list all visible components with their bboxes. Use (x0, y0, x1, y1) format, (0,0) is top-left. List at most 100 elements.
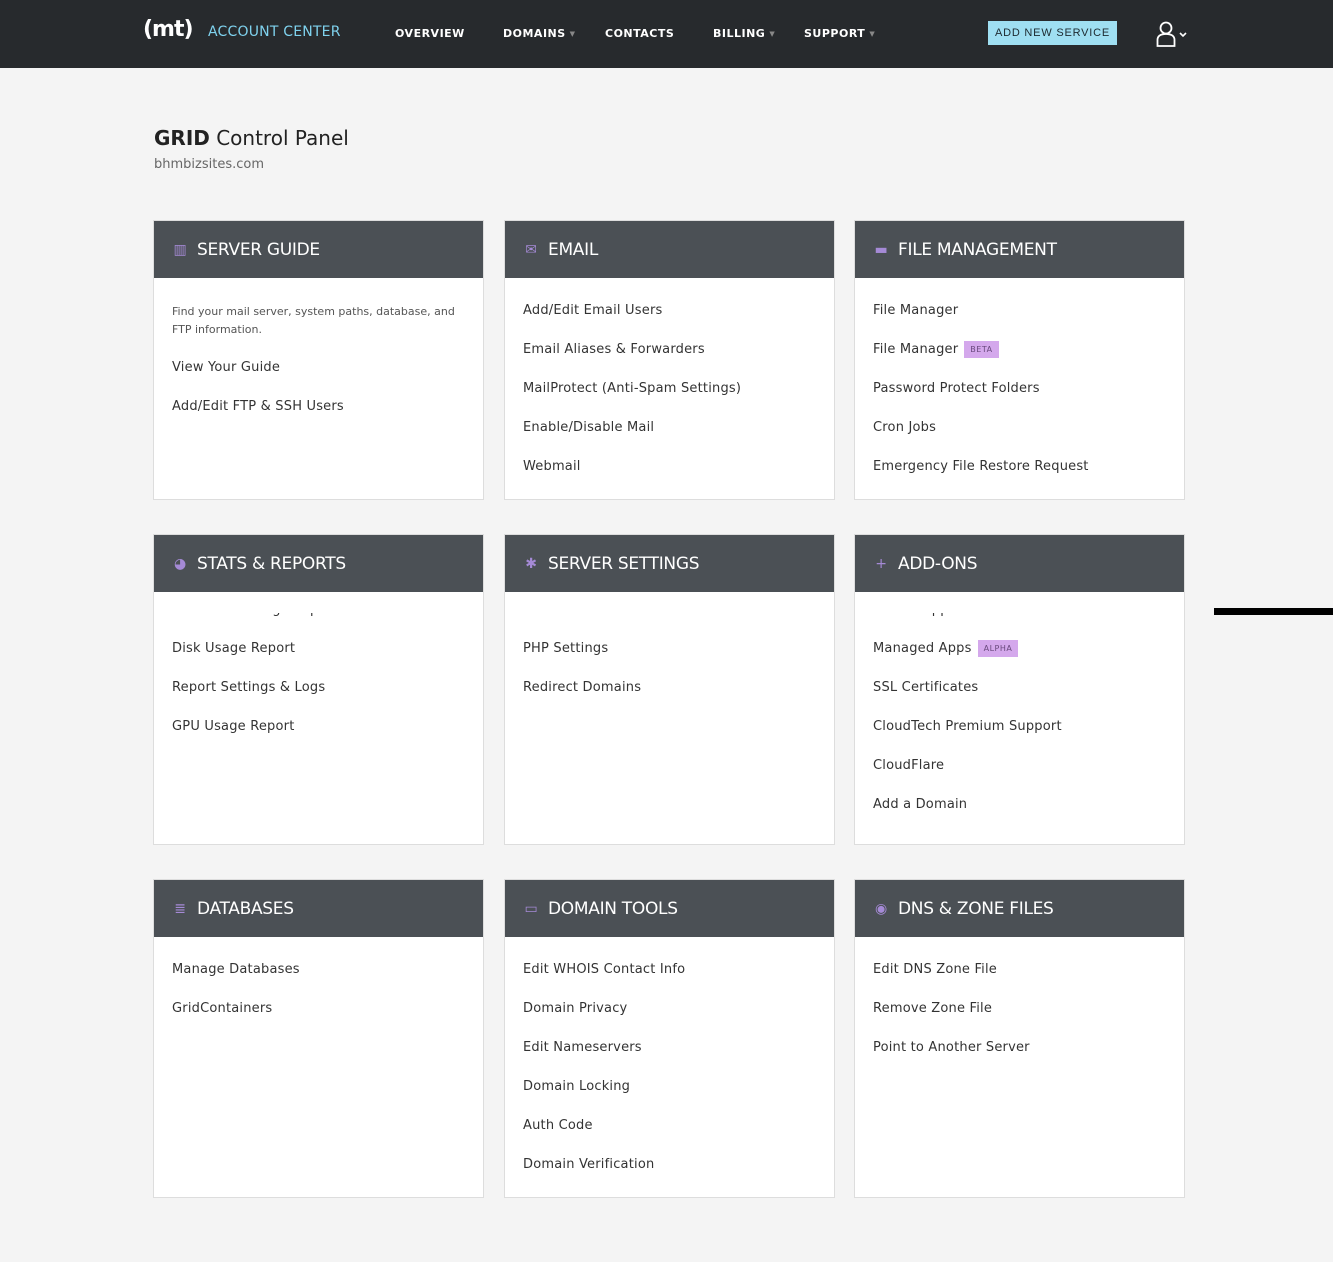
panel-header: ≣ DATABASES (154, 880, 483, 937)
panel-link[interactable]: View Your Guide (172, 355, 465, 394)
link-label: Manage Databases (172, 962, 300, 977)
panel-header: ✉ EMAIL (505, 221, 834, 278)
panel-title: FILE MANAGEMENT (898, 239, 1057, 260)
nav-billing[interactable]: BILLING ▼ (713, 27, 775, 40)
nav-label: DOMAINS (503, 27, 566, 40)
panel-link[interactable]: Managed Apps ALPHA (873, 636, 1166, 675)
nav-support[interactable]: SUPPORT ▼ (804, 27, 875, 40)
nav-contacts[interactable]: CONTACTS (605, 27, 674, 40)
panel-link[interactable]: Edit DNS Zone File (873, 957, 1166, 996)
badge: ALPHA (977, 640, 1019, 657)
panel-description: Find your mail server, system paths, dat… (172, 305, 455, 336)
panel-header: ◕ STATS & REPORTS (154, 535, 483, 592)
panel-link[interactable]: GPU Usage Report (172, 714, 465, 753)
panel-link[interactable]: 1-Click Apps (873, 613, 1166, 636)
panel-link[interactable]: File Manager (873, 298, 1166, 337)
compass-icon: ◉ (875, 900, 887, 917)
nav-overview[interactable]: OVERVIEW (395, 27, 465, 40)
link-label: SSL Certificates (873, 680, 979, 695)
panel-link[interactable]: Auth Code (523, 1113, 816, 1152)
panel-link[interactable]: PHP Settings (523, 636, 816, 675)
panel-link[interactable]: File Manager BETA (873, 337, 1166, 376)
panel-title: DNS & ZONE FILES (898, 898, 1054, 919)
scroll-area[interactable]: 1-Click Apps Managed Apps ALPHA SSL Certifi… (873, 613, 1166, 831)
panel-link[interactable]: Disk Usage Report (172, 636, 465, 675)
scroll-area[interactable]: Bandwidth Usage Report Disk Usage Report R… (172, 613, 465, 753)
folder-icon: ▬ (874, 241, 888, 258)
panel-link[interactable]: Password Protect Folders (873, 376, 1166, 415)
link-label: 1-Click Apps (873, 613, 956, 617)
add-new-service-button[interactable]: ADD NEW SERVICE (988, 21, 1117, 45)
mt-logo[interactable]: (mt) (143, 17, 194, 42)
link-label: Domain Privacy (523, 1001, 628, 1016)
panel-link[interactable]: Redirect Domains (523, 675, 816, 714)
panel-link[interactable]: SSL Certificates (873, 675, 1166, 714)
user-menu[interactable] (1156, 20, 1190, 48)
panel-link[interactable]: Email Aliases & Forwarders (523, 337, 816, 376)
panel-link[interactable]: Bandwidth Usage Report (172, 613, 465, 636)
panel-link[interactable]: Manage Databases (172, 957, 465, 996)
link-label: Bandwidth Usage Report (172, 613, 337, 617)
panel-link[interactable]: Emergency File Restore Request (873, 454, 1166, 493)
link-label: Edit WHOIS Contact Info (523, 962, 686, 977)
database-icon: ≣ (174, 900, 186, 917)
panel-server-settings: ✱ SERVER SETTINGS Server Admin Password & … (504, 534, 835, 845)
panel-title: SERVER GUIDE (197, 239, 320, 260)
panel-link[interactable]: MailProtect (Anti-Spam Settings) (523, 376, 816, 415)
nav-label: BILLING (713, 27, 766, 40)
link-label: Remove Zone File (873, 1001, 993, 1016)
panel-header: ✱ SERVER SETTINGS (505, 535, 834, 592)
link-label: Add/Edit FTP & SSH Users (172, 399, 344, 414)
link-label: Auth Code (523, 1118, 593, 1133)
panel-title: SERVER SETTINGS (548, 553, 700, 574)
panel-link[interactable]: Add a Domain (873, 792, 1166, 831)
window-icon: ▭ (524, 900, 538, 917)
link-label: Domain Locking (523, 1079, 631, 1094)
nav-label: SUPPORT (804, 27, 866, 40)
panel-link[interactable]: Add/Edit Email Users (523, 298, 816, 337)
link-label: CloudTech Premium Support (873, 719, 1062, 734)
panel-header: ▥ SERVER GUIDE (154, 221, 483, 278)
pie-chart-icon: ◕ (174, 555, 186, 572)
panel-link[interactable]: Webmail (523, 454, 816, 493)
panel-link[interactable]: Point to Another Server (873, 1035, 1166, 1074)
caret-down-icon: ▼ (869, 30, 876, 38)
panel-link[interactable]: CloudFlare (873, 753, 1166, 792)
panel-link[interactable]: Remove Zone File (873, 996, 1166, 1035)
link-label: Report Settings & Logs (172, 680, 326, 695)
link-label: PHP Settings (523, 641, 609, 656)
caret-down-icon: ▼ (769, 30, 776, 38)
link-label: Edit DNS Zone File (873, 962, 998, 977)
account-center-link[interactable]: ACCOUNT CENTER (208, 24, 341, 40)
link-label: Redirect Domains (523, 680, 642, 695)
panel-link[interactable]: Add/Edit FTP & SSH Users (172, 394, 465, 433)
scroll-area[interactable]: Server Admin Password & SSH PHP Settings R… (523, 613, 816, 714)
link-label: Add/Edit Email Users (523, 303, 663, 318)
panel-link[interactable]: Server Admin Password & SSH (523, 613, 816, 636)
panel-server-guide: ▥ SERVER GUIDE Find your mail server, syst… (153, 220, 484, 500)
panel-link[interactable]: GridContainers (172, 996, 465, 1035)
gear-icon: ✱ (525, 555, 537, 572)
panel-header: ▭ DOMAIN TOOLS (505, 880, 834, 937)
panel-link[interactable]: Enable/Disable Mail (523, 415, 816, 454)
envelope-icon: ✉ (525, 241, 537, 258)
divider-line (1214, 608, 1333, 615)
panel-link[interactable]: Edit Nameservers (523, 1035, 816, 1074)
panel-link[interactable]: Cron Jobs (873, 415, 1166, 454)
panel-databases: ≣ DATABASES Manage Databases GridContainers (153, 879, 484, 1198)
link-label: MailProtect (Anti-Spam Settings) (523, 381, 742, 396)
panel-link[interactable]: CloudTech Premium Support (873, 714, 1166, 753)
link-label: Email Aliases & Forwarders (523, 342, 705, 357)
link-label: Server Admin Password & SSH (523, 613, 726, 617)
nav-label: OVERVIEW (395, 27, 465, 40)
panel-link[interactable]: Domain Verification (523, 1152, 816, 1191)
panel-link[interactable]: Edit WHOIS Contact Info (523, 957, 816, 996)
link-label: Add a Domain (873, 797, 968, 812)
panel-link[interactable]: Report Settings & Logs (172, 675, 465, 714)
panel-stats-reports: ◕ STATS & REPORTS Bandwidth Usage Report Di… (153, 534, 484, 845)
panel-title: ADD-ONS (898, 553, 978, 574)
panel-link[interactable]: Domain Privacy (523, 996, 816, 1035)
panel-link[interactable]: Domain Locking (523, 1074, 816, 1113)
nav-domains[interactable]: DOMAINS ▼ (503, 27, 576, 40)
link-label: Edit Nameservers (523, 1040, 642, 1055)
